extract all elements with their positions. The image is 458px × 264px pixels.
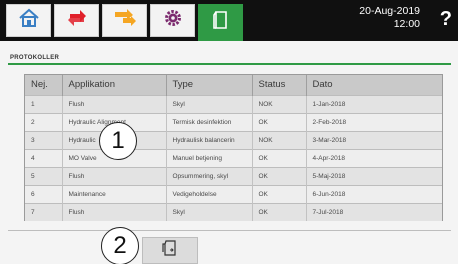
cell-nr: 1 (25, 95, 63, 113)
table-row[interactable]: 2 Hydraulic Alignment Termisk desinfekti… (25, 113, 442, 131)
cell-status: NOK (252, 131, 307, 149)
cell-status: NOK (252, 95, 307, 113)
cell-application: Flush (62, 167, 167, 185)
cell-type: Opsummering, skyl (166, 167, 253, 185)
tab-settings[interactable] (150, 4, 195, 37)
cell-type: Hydraulisk balancerin (166, 131, 253, 149)
cell-nr: 3 (25, 131, 63, 149)
footer-divider (8, 230, 451, 231)
section-title: PROTOKOLLER (10, 55, 60, 61)
section-header (8, 51, 451, 65)
table-row[interactable]: 4 MO Valve Manuel betjening OK 4-Apr-201… (25, 149, 442, 167)
export-protocol-button[interactable] (142, 237, 198, 264)
cell-type: Termisk desinfektion (166, 113, 253, 131)
cell-nr: 4 (25, 149, 63, 167)
table-header-row: Nej. Applikation Type Status Dato (25, 75, 442, 95)
cell-date: 2-Feb-2018 (312, 118, 347, 126)
tab-flush[interactable] (54, 4, 99, 37)
cell-application: Flush (62, 203, 167, 221)
flush-arrows-icon (66, 7, 88, 34)
table-row[interactable]: 3 Hydraulic Hydraulisk balancerin NOK 3-… (25, 131, 442, 149)
table-row[interactable]: 6 Maintenance Vedigeholdelse OK 6-Jun-20… (25, 185, 442, 203)
time-text: 12:00 (393, 18, 420, 30)
protocols-table: Nej. Applikation Type Status Dato 1 Flus… (24, 74, 443, 221)
help-button[interactable]: ? (440, 8, 452, 31)
protocol-export-icon (211, 9, 231, 36)
column-header-application: Applikation (62, 75, 167, 95)
table-row[interactable]: 7 Flush Skyl OK 7-Jul-2018 (25, 203, 442, 221)
cell-nr: 5 (25, 167, 63, 185)
callout-marker-2: 2 (101, 227, 139, 264)
cell-nr: 2 (25, 113, 63, 131)
table-row[interactable]: 5 Flush Opsummering, skyl OK 5-Maj-2018 (25, 167, 442, 185)
cell-status: OK (252, 167, 307, 185)
cell-status: OK (252, 113, 307, 131)
cell-status: OK (252, 149, 307, 167)
cell-date: 6-Jun-2018 (312, 190, 346, 198)
column-header-date: Dato (312, 79, 333, 91)
date-text: 20-Aug-2019 (359, 5, 420, 17)
column-header-nr: Nej. (25, 75, 63, 95)
cell-status: OK (252, 185, 307, 203)
cell-status: OK (252, 203, 307, 221)
main-content: PROTOKOLLER Nej. Applikation Type Status… (0, 41, 458, 264)
cell-date: 5-Maj-2018 (312, 172, 346, 180)
export-file-icon (161, 239, 179, 262)
column-header-status: Status (252, 75, 307, 95)
balance-arrows-icon (113, 8, 137, 33)
cell-application: Maintenance (62, 185, 167, 203)
cell-type: Skyl (166, 203, 253, 221)
cell-nr: 6 (25, 185, 63, 203)
tab-balance[interactable] (102, 4, 147, 37)
cell-date: 4-Apr-2018 (312, 154, 346, 162)
column-header-type: Type (166, 75, 253, 95)
cell-date: 3-Mar-2018 (312, 136, 347, 144)
top-navigation-bar: 20-Aug-2019 12:00 ? (0, 0, 458, 41)
home-icon (18, 8, 40, 33)
cell-type: Vedigeholdelse (166, 185, 253, 203)
cell-type: Manuel betjening (166, 149, 253, 167)
table-row[interactable]: 1 Flush Skyl NOK 1-Jan-2018 (25, 95, 442, 113)
date-time-display: 20-Aug-2019 12:00 (340, 5, 420, 31)
settings-gear-icon (163, 8, 183, 33)
cell-date: 7-Jul-2018 (312, 208, 344, 216)
cell-nr: 7 (25, 203, 63, 221)
cell-type: Skyl (166, 95, 253, 113)
cell-application: Flush (62, 95, 167, 113)
tab-protocols[interactable] (198, 4, 243, 41)
tab-home[interactable] (6, 4, 51, 37)
cell-date: 1-Jan-2018 (312, 100, 346, 108)
callout-marker-1: 1 (99, 122, 137, 160)
